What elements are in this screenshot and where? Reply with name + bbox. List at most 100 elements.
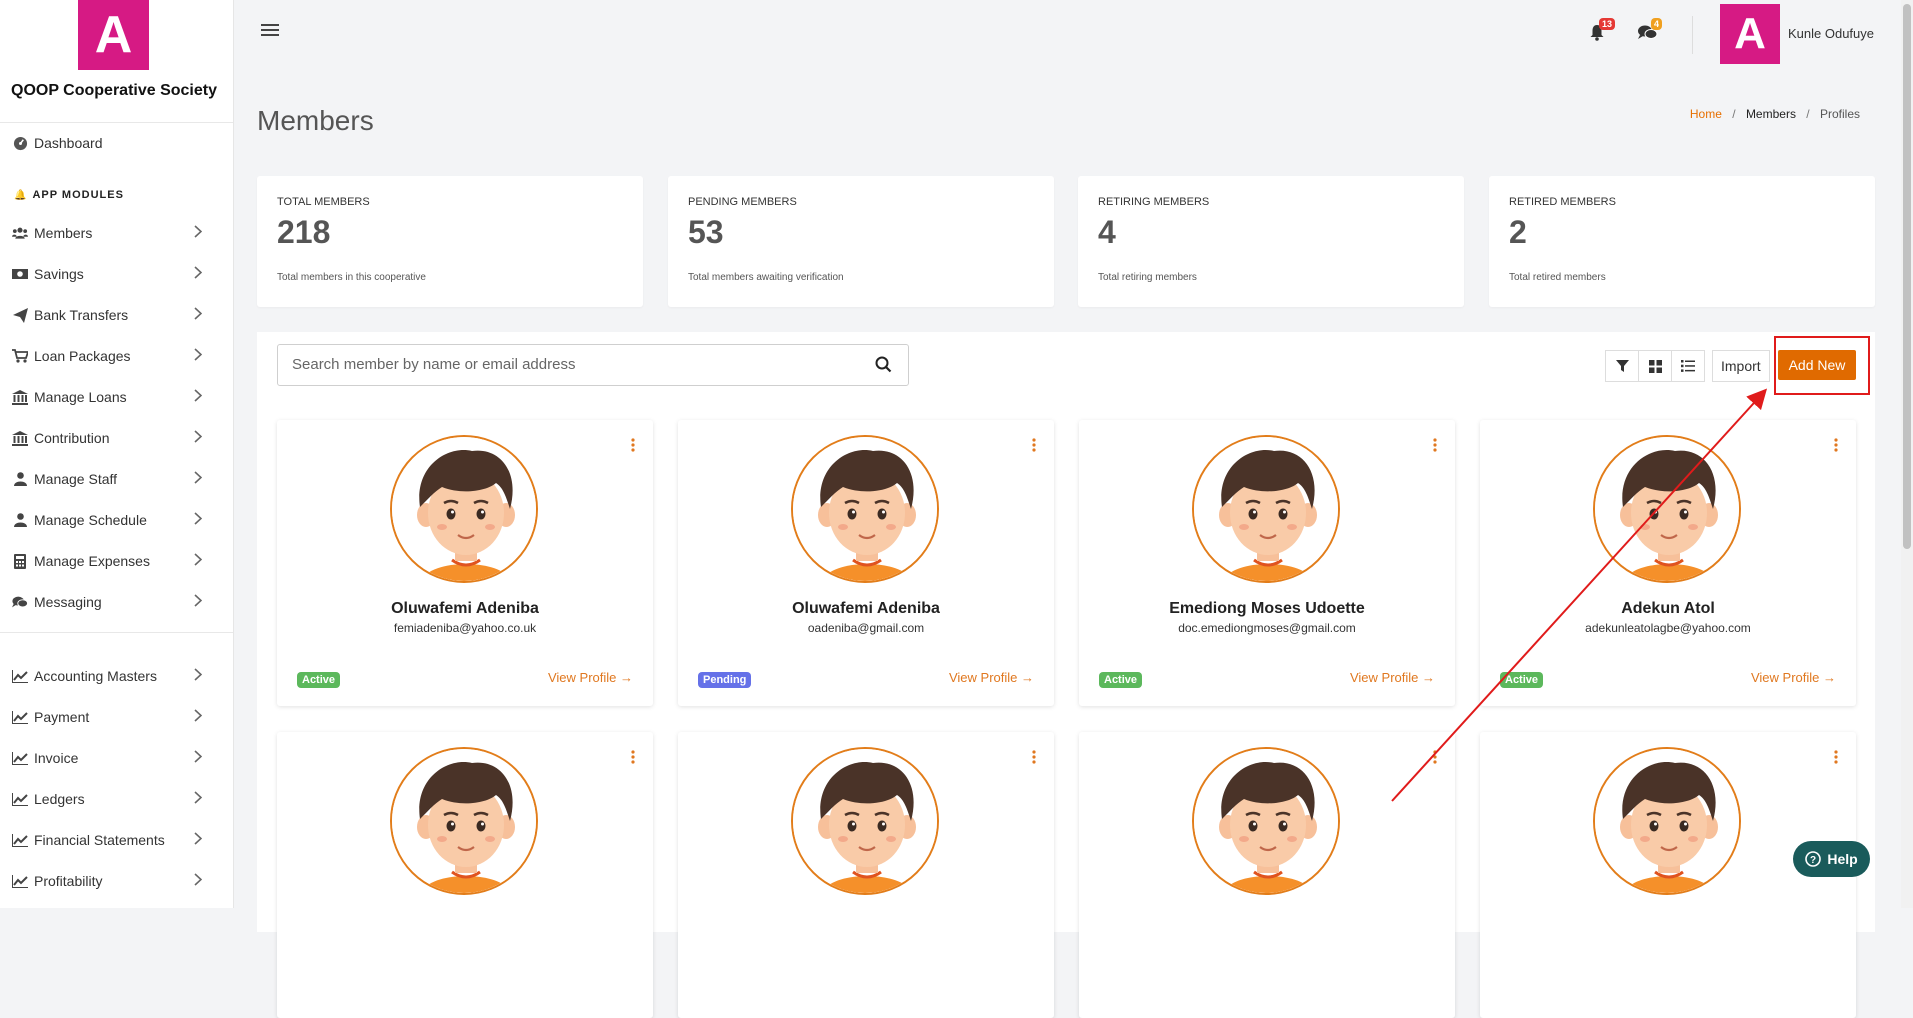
chevron-right-icon [194, 307, 203, 323]
chevron-right-icon [194, 348, 203, 364]
more-options-icon[interactable] [1834, 750, 1838, 769]
user-icon [12, 512, 28, 528]
sidebar-item-messaging[interactable]: Messaging [12, 587, 203, 617]
stat-label: RETIRED MEMBERS [1509, 196, 1616, 208]
chevron-right-icon [194, 668, 203, 684]
sidebar-item-label: Ledgers [34, 791, 85, 807]
sidebar-item-label: Messaging [34, 594, 102, 610]
sidebar-item-label: Loan Packages [34, 348, 131, 364]
status-badge: Active [1500, 672, 1544, 688]
stat-label: PENDING MEMBERS [688, 196, 797, 208]
sidebar-item-dashboard[interactable]: Dashboard [12, 128, 202, 158]
avatar[interactable] [791, 435, 939, 583]
sidebar-item-profitability[interactable]: Profitability [12, 866, 203, 896]
calculator-icon [12, 553, 28, 569]
breadcrumb-home-link[interactable]: Home [1690, 107, 1722, 121]
sidebar-item-invoice[interactable]: Invoice [12, 743, 203, 773]
scrollbar[interactable] [1901, 0, 1913, 908]
sidebar-item-contribution[interactable]: Contribution [12, 423, 203, 453]
sidebar-item-loan-packages[interactable]: Loan Packages [12, 341, 203, 371]
view-profile-link[interactable]: View Profile → [949, 670, 1034, 685]
member-avatar-illustration [793, 437, 937, 581]
stat-label: TOTAL MEMBERS [277, 196, 370, 208]
grid-view-button[interactable] [1639, 350, 1672, 382]
breadcrumb-members-link[interactable]: Members [1746, 107, 1796, 121]
messages-button[interactable]: 4 [1637, 18, 1663, 46]
stat-label: RETIRING MEMBERS [1098, 196, 1210, 208]
search-icon[interactable] [875, 356, 892, 378]
annotation-highlight-box [1774, 336, 1870, 395]
stat-description: Total retiring members [1098, 272, 1197, 283]
avatar[interactable] [390, 435, 538, 583]
chevron-right-icon [194, 750, 203, 766]
member-name: Oluwafemi Adeniba [391, 600, 539, 617]
avatar[interactable] [791, 747, 939, 895]
message-badge: 4 [1651, 18, 1663, 30]
sidebar-item-label: Bank Transfers [34, 307, 129, 323]
sidebar-item-label: Invoice [34, 750, 79, 766]
divider [0, 122, 233, 123]
sidebar-item-members[interactable]: Members [12, 218, 203, 248]
view-profile-link[interactable]: View Profile → [548, 670, 633, 685]
more-options-icon[interactable] [631, 750, 635, 769]
breadcrumb-current: Profiles [1819, 107, 1860, 121]
stat-card-total: TOTAL MEMBERS 218 Total members in this … [257, 176, 643, 307]
sidebar-item-accounting-masters[interactable]: Accounting Masters [12, 661, 203, 691]
more-options-icon[interactable] [1834, 438, 1838, 457]
breadcrumb: Home / Members / Profiles [1689, 107, 1860, 121]
scrollbar-thumb[interactable] [1903, 4, 1911, 549]
avatar[interactable]: A [1720, 4, 1780, 64]
sidebar-item-savings[interactable]: Savings [12, 259, 203, 289]
chart-icon [12, 873, 28, 889]
member-card [277, 732, 653, 1018]
sidebar-item-payment[interactable]: Payment [12, 702, 203, 732]
stat-value: 53 [688, 214, 724, 250]
arrow-right-icon: → [1021, 670, 1034, 685]
menu-toggle-icon[interactable] [261, 24, 279, 38]
notifications-button[interactable]: 13 [1589, 18, 1616, 46]
stat-description: Total retired members [1509, 272, 1606, 283]
stat-value: 4 [1098, 214, 1116, 250]
view-profile-link[interactable]: View Profile → [1350, 670, 1435, 685]
brand-logo[interactable]: A [78, 0, 149, 70]
sidebar-item-label: Members [34, 225, 93, 241]
member-name: Adekun Atol [1621, 600, 1715, 617]
member-email: adekunleatolagbe@yahoo.com [1585, 621, 1751, 635]
more-options-icon[interactable] [1032, 750, 1036, 769]
sidebar-item-financial-statements[interactable]: Financial Statements [12, 825, 203, 855]
list-view-button[interactable] [1672, 350, 1705, 382]
chevron-right-icon [194, 709, 203, 725]
sidebar: A QOOP Cooperative Society Dashboard 🔔 A… [0, 0, 234, 908]
avatar[interactable] [1593, 435, 1741, 583]
sidebar-item-manage-staff[interactable]: Manage Staff [12, 464, 203, 494]
more-options-icon[interactable] [1433, 750, 1437, 769]
user-name[interactable]: Kunle Odufuye [1788, 26, 1874, 41]
import-button[interactable]: Import [1712, 350, 1770, 382]
more-options-icon[interactable] [631, 438, 635, 457]
stat-description: Total members awaiting verification [688, 272, 844, 283]
bank-icon [12, 389, 28, 405]
avatar[interactable] [1192, 747, 1340, 895]
avatar[interactable] [390, 747, 538, 895]
view-profile-link[interactable]: View Profile → [1751, 670, 1836, 685]
sidebar-item-label: Profitability [34, 873, 103, 889]
sidebar-item-label: Manage Staff [34, 471, 118, 487]
search-input[interactable] [290, 355, 854, 374]
filter-icon [1615, 359, 1629, 372]
help-button[interactable]: ? Help [1793, 841, 1870, 877]
avatar[interactable] [1593, 747, 1741, 895]
more-options-icon[interactable] [1433, 438, 1437, 457]
svg-text:?: ? [1810, 855, 1816, 866]
sidebar-item-ledgers[interactable]: Ledgers [12, 784, 203, 814]
sidebar-item-bank-transfers[interactable]: Bank Transfers [12, 300, 203, 330]
sidebar-item-manage-schedule[interactable]: Manage Schedule [12, 505, 203, 535]
more-options-icon[interactable] [1032, 438, 1036, 457]
sidebar-item-manage-loans[interactable]: Manage Loans [12, 382, 203, 412]
sidebar-item-manage-expenses[interactable]: Manage Expenses [12, 546, 203, 576]
avatar[interactable] [1192, 435, 1340, 583]
chart-icon [12, 832, 28, 848]
filter-button[interactable] [1605, 350, 1639, 382]
arrow-right-icon: → [1823, 670, 1836, 685]
stat-card-pending: PENDING MEMBERS 53 Total members awaitin… [668, 176, 1054, 307]
divider [1692, 16, 1693, 54]
